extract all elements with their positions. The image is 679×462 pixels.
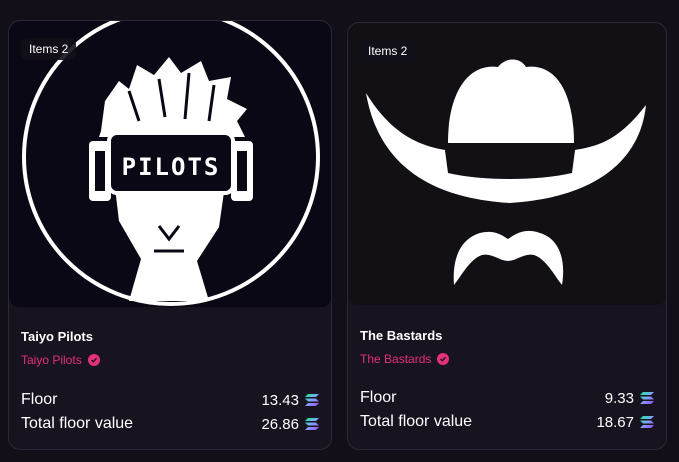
items-count-badge: Items 2 bbox=[360, 40, 416, 62]
total-floor-row: Total floor value 18.67 bbox=[360, 413, 654, 431]
collection-title[interactable]: The Bastards bbox=[360, 328, 442, 343]
solana-icon bbox=[640, 392, 654, 404]
creator-name: The Bastards bbox=[360, 352, 432, 366]
items-count-badge: Items 2 bbox=[21, 38, 77, 60]
solana-icon bbox=[305, 394, 319, 406]
floor-label: Floor bbox=[21, 391, 58, 408]
pilots-logo-text: PILOTS bbox=[122, 153, 221, 181]
collection-image[interactable]: PILOTS bbox=[9, 21, 331, 307]
pilots-logo-image: PILOTS bbox=[9, 21, 331, 307]
floor-label: Floor bbox=[360, 389, 397, 406]
total-floor-label: Total floor value bbox=[360, 413, 473, 430]
floor-value: 13.43 bbox=[261, 391, 299, 409]
creator-name: Taiyo Pilots bbox=[21, 353, 82, 367]
verified-badge-icon bbox=[437, 353, 450, 365]
collection-card-the-bastards[interactable]: Items 2 The Bastards The Bastards Floor … bbox=[347, 22, 667, 450]
collection-image[interactable] bbox=[348, 23, 666, 305]
verified-badge-icon bbox=[87, 354, 100, 366]
solana-icon bbox=[640, 416, 654, 428]
creator-link[interactable]: The Bastards bbox=[360, 352, 450, 366]
total-floor-label: Total floor value bbox=[21, 415, 134, 432]
floor-value: 9.33 bbox=[604, 389, 634, 407]
collection-title[interactable]: Taiyo Pilots bbox=[21, 329, 93, 344]
total-floor-row: Total floor value 26.86 bbox=[21, 415, 319, 433]
cowboy-hat-image bbox=[348, 23, 666, 305]
solana-icon bbox=[305, 418, 319, 430]
floor-row: Floor 9.33 bbox=[360, 389, 654, 407]
floor-row: Floor 13.43 bbox=[21, 391, 319, 409]
collection-card-taiyo-pilots[interactable]: PILOTS Items 2 Taiyo Pilots Taiyo Pilots… bbox=[8, 20, 332, 450]
total-floor-value: 18.67 bbox=[596, 413, 634, 431]
creator-link[interactable]: Taiyo Pilots bbox=[21, 353, 100, 367]
total-floor-value: 26.86 bbox=[261, 415, 299, 433]
